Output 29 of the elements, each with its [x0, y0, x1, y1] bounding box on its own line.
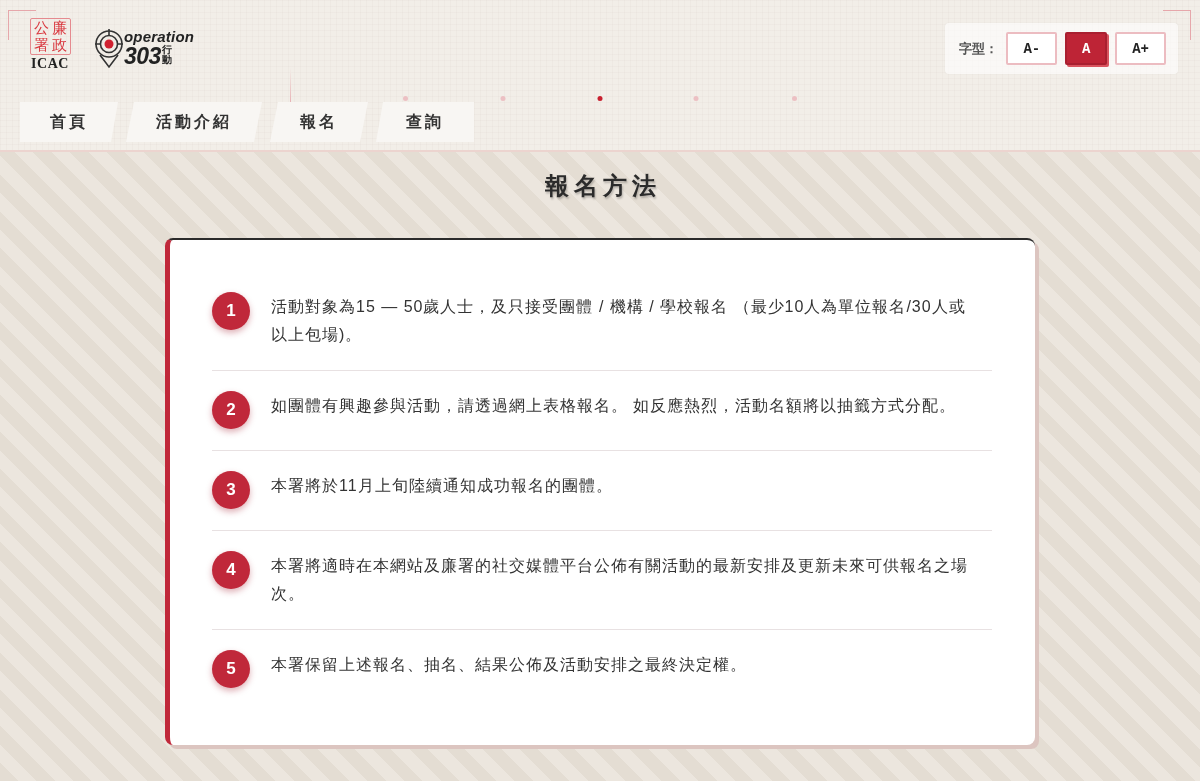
step-number-badge: 3 — [212, 471, 250, 509]
corner-decoration — [1163, 10, 1191, 40]
font-size-label: 字型： — [959, 39, 999, 58]
font-size-button[interactable]: A+ — [1115, 32, 1166, 65]
step-number-badge: 5 — [212, 650, 250, 688]
dot-row-icon — [402, 95, 798, 102]
seal-text: 廉政 — [51, 20, 67, 53]
step-text: 本署保留上述報名、抽名、結果公佈及活動安排之最終決定權。 — [271, 655, 748, 675]
font-size-button[interactable]: A- — [1006, 32, 1058, 65]
step-number-badge: 1 — [212, 292, 250, 330]
step-number-badge: 4 — [212, 551, 250, 589]
step-number-badge: 2 — [212, 391, 250, 429]
logo-word: operation — [124, 28, 195, 45]
logo-caption: ICAC — [31, 56, 69, 71]
seal-text: 公署 — [33, 20, 49, 53]
logo-chinese-text: 行動 — [161, 44, 172, 66]
step-text: 如團體有興趣參與活動，請透過網上表格報名。 如反應熱烈，活動名額將以抽籤方式分配。 — [271, 396, 958, 416]
nav-tab[interactable]: 報名 — [270, 102, 368, 142]
nav-tab[interactable]: 查詢 — [376, 102, 474, 142]
nav-tab[interactable]: 首頁 — [20, 102, 118, 142]
font-size-button[interactable]: A — [1065, 32, 1108, 65]
target-icon — [94, 27, 124, 69]
step-text: 本署將適時在本網站及廉署的社交媒體平台公佈有關活動的最新安排及更新未來可供報名之場次。 — [271, 556, 969, 604]
page-title: 報名方法 — [543, 171, 661, 201]
step-text: 本署將於11月上旬陸續通知成功報名的團體。 — [271, 476, 614, 496]
logo-number: 303 — [124, 44, 161, 68]
nav-tab[interactable]: 活動介紹 — [126, 102, 262, 142]
step-text: 活動對象為15 — 50歲人士，及只接受團體 / 機構 / 學校報名 （最少10人為單位報名/30人或以上包場)。 — [271, 297, 967, 345]
corner-decoration — [8, 10, 36, 40]
